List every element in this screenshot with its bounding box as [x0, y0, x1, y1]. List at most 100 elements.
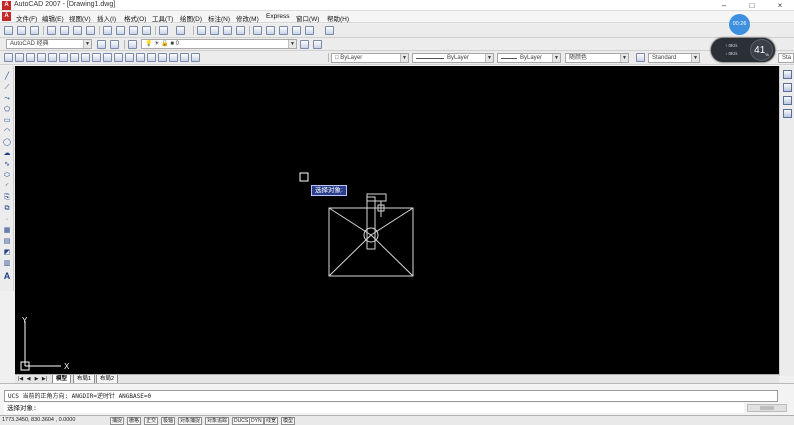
dimension-arc-icon[interactable]: [26, 53, 35, 62]
publish-icon[interactable]: [73, 26, 82, 35]
pan-icon[interactable]: [197, 26, 206, 35]
dyn-toggle[interactable]: DYN: [249, 417, 264, 425]
table-icon[interactable]: ▥: [2, 259, 12, 268]
dimension-baseline-icon[interactable]: [103, 53, 112, 62]
tolerance-icon[interactable]: [136, 53, 145, 62]
design-center-icon[interactable]: [266, 26, 275, 35]
dimension-style-icon[interactable]: [191, 53, 200, 62]
tool-palettes-icon[interactable]: [279, 26, 288, 35]
center-mark-icon[interactable]: [147, 53, 156, 62]
menu-dimension[interactable]: 标注(N): [208, 13, 230, 23]
maximize-button[interactable]: □: [738, 0, 766, 11]
snap-toggle[interactable]: 捕捉: [110, 417, 125, 425]
markup-icon[interactable]: [305, 26, 314, 35]
grid-toggle[interactable]: 栅格: [127, 417, 142, 425]
dimension-continue-icon[interactable]: [114, 53, 123, 62]
new-file-icon[interactable]: [4, 26, 13, 35]
plot-icon[interactable]: [47, 26, 56, 35]
minimize-button[interactable]: –: [710, 0, 738, 11]
linetype-select[interactable]: ByLayer ▼: [412, 53, 494, 63]
copy-object-icon[interactable]: [783, 83, 792, 92]
model-toggle[interactable]: 模型: [281, 417, 296, 425]
undo-icon[interactable]: [159, 26, 168, 35]
quick-dimension-icon[interactable]: [92, 53, 101, 62]
copy-icon[interactable]: [116, 26, 125, 35]
workspace-select[interactable]: AutoCAD 经典 ▼: [6, 39, 92, 49]
offset-icon[interactable]: [783, 109, 792, 118]
redo-icon[interactable]: [176, 26, 185, 35]
revision-cloud-icon[interactable]: ☁: [2, 149, 12, 158]
erase-icon[interactable]: [783, 70, 792, 79]
command-input[interactable]: 选择对象:: [4, 403, 744, 413]
lineweight-toggle[interactable]: 线宽: [264, 417, 279, 425]
prev-tab-icon[interactable]: ◀: [25, 376, 32, 383]
hatch-icon[interactable]: ▦: [2, 226, 12, 235]
layer-manager-icon[interactable]: [128, 40, 137, 49]
make-block-icon[interactable]: ⧉: [2, 204, 12, 213]
open-file-icon[interactable]: [17, 26, 26, 35]
menu-modify[interactable]: 修改(M): [236, 13, 259, 23]
plotstyle-select[interactable]: 随颜色 ▼: [565, 53, 629, 63]
menu-file[interactable]: 文件(F): [16, 13, 37, 23]
dimension-edit-icon[interactable]: [158, 53, 167, 62]
line-icon[interactable]: ╱: [2, 72, 12, 81]
menu-insert[interactable]: 插入(I): [97, 13, 116, 23]
zoom-realtime-icon[interactable]: [210, 26, 219, 35]
construction-line-icon[interactable]: ⟋: [2, 83, 12, 92]
menu-edit[interactable]: 编辑(E): [42, 13, 64, 23]
layer-previous-icon[interactable]: [313, 40, 322, 49]
circle-icon[interactable]: ◯: [2, 138, 12, 147]
point-icon[interactable]: ·: [2, 215, 12, 224]
sheet-set-icon[interactable]: [292, 26, 301, 35]
arc-icon[interactable]: ◠: [2, 127, 12, 136]
next-tab-icon[interactable]: ▶: [33, 376, 40, 383]
dimension-diameter-icon[interactable]: [70, 53, 79, 62]
save-workspace-icon[interactable]: [110, 40, 119, 49]
ducs-toggle[interactable]: DUCS: [232, 417, 251, 425]
menu-tools[interactable]: 工具(T): [152, 13, 173, 23]
zoom-window-icon[interactable]: [223, 26, 232, 35]
region-icon[interactable]: ◩: [2, 248, 12, 257]
plot-preview-icon[interactable]: [60, 26, 69, 35]
multiline-text-icon[interactable]: A: [2, 272, 12, 281]
dimension-update-icon[interactable]: [180, 53, 189, 62]
spline-icon[interactable]: ∿: [2, 160, 12, 169]
osnap-toggle[interactable]: 对象捕捉: [178, 417, 203, 425]
network-speed-widget[interactable]: ↑ 0K/s ↓ 0K/s 41%: [711, 38, 775, 62]
dimension-text-edit-icon[interactable]: [169, 53, 178, 62]
rectangle-icon[interactable]: ▭: [2, 116, 12, 125]
match-properties-icon[interactable]: [142, 26, 151, 35]
layer-select[interactable]: 💡 ☀ 🔓 ■ 0 ▼: [141, 39, 297, 49]
menu-help[interactable]: 帮助(H): [327, 13, 349, 23]
ellipse-icon[interactable]: ⬭: [2, 171, 12, 180]
first-tab-icon[interactable]: |◀: [17, 376, 24, 383]
menu-window[interactable]: 窗口(W): [296, 13, 319, 23]
menu-format[interactable]: 格式(O): [124, 13, 146, 23]
dimension-linear-icon[interactable]: [4, 53, 13, 62]
quick-leader-icon[interactable]: [125, 53, 134, 62]
menu-view[interactable]: 视图(V): [69, 13, 91, 23]
ortho-toggle[interactable]: 正交: [144, 417, 159, 425]
save-icon[interactable]: [30, 26, 39, 35]
last-tab-icon[interactable]: ▶|: [41, 376, 48, 383]
command-scrollbar[interactable]: [747, 404, 787, 412]
insert-block-icon[interactable]: ⎘: [2, 193, 12, 202]
document-icon[interactable]: A: [2, 12, 11, 21]
paste-icon[interactable]: [129, 26, 138, 35]
otrack-toggle[interactable]: 对象追踪: [205, 417, 230, 425]
drawing-canvas[interactable]: Y X 选择对象:: [15, 66, 779, 374]
cut-icon[interactable]: [103, 26, 112, 35]
recording-timer[interactable]: 00:26: [729, 14, 750, 35]
color-select[interactable]: □ ByLayer ▼: [331, 53, 409, 63]
help-icon[interactable]: [325, 26, 334, 35]
polygon-icon[interactable]: ⬠: [2, 105, 12, 114]
dimension-angular-icon[interactable]: [81, 53, 90, 62]
mirror-icon[interactable]: [783, 96, 792, 105]
menu-draw[interactable]: 绘图(D): [180, 13, 202, 23]
close-button[interactable]: ×: [766, 0, 794, 11]
properties-icon[interactable]: [253, 26, 262, 35]
zoom-previous-icon[interactable]: [236, 26, 245, 35]
make-object-layer-current-icon[interactable]: [300, 40, 309, 49]
menu-express[interactable]: Express: [266, 13, 289, 20]
workspace-settings-icon[interactable]: [97, 40, 106, 49]
